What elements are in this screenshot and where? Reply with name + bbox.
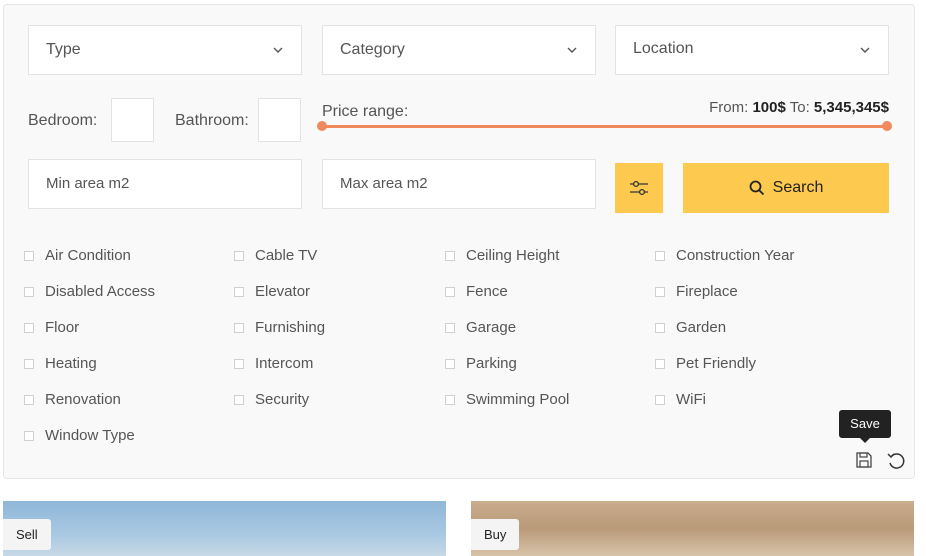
price-min-handle[interactable] (317, 121, 327, 131)
listing-card[interactable]: Sell (3, 501, 446, 556)
amenity-label: Ceiling Height (466, 247, 560, 264)
amenity-label: WiFi (676, 391, 706, 408)
bedroom-label: Bedroom: (28, 112, 98, 129)
amenity-label: Garden (676, 319, 727, 336)
checkbox[interactable] (24, 251, 34, 261)
amenity-label: Pet Friendly (676, 355, 757, 372)
amenity-label: Fireplace (676, 283, 738, 300)
category-select[interactable]: Category (322, 25, 596, 75)
chevron-down-icon (567, 47, 577, 53)
location-select-label: Location (633, 40, 694, 57)
checkbox[interactable] (234, 287, 244, 297)
checkbox[interactable] (445, 359, 455, 369)
checkbox[interactable] (24, 287, 34, 297)
checkbox[interactable] (445, 251, 455, 261)
location-select[interactable]: Location (615, 25, 889, 75)
price-max-handle[interactable] (882, 121, 892, 131)
price-range-values: From: 100$ To: 5,345,345$ (709, 99, 889, 116)
amenity-label: Security (255, 391, 310, 408)
price-range-label: Price range: (322, 103, 409, 120)
price-to-label: To: (789, 99, 810, 116)
search-panel (3, 4, 915, 479)
type-select[interactable]: Type (28, 25, 302, 75)
checkbox[interactable] (655, 251, 665, 261)
advanced-filter-button[interactable] (615, 163, 663, 213)
sliders-icon (630, 180, 648, 196)
price-from-label: From: (709, 99, 749, 116)
chevron-down-icon (860, 47, 870, 53)
checkbox[interactable] (655, 395, 665, 405)
amenity-label: Floor (45, 319, 80, 336)
checkbox[interactable] (24, 395, 34, 405)
category-select-label: Category (340, 41, 405, 58)
listing-card[interactable]: Buy (471, 501, 914, 556)
listing-badge: Buy (471, 519, 520, 550)
amenity-label: Fence (466, 283, 508, 300)
checkbox[interactable] (24, 359, 34, 369)
checkbox[interactable] (234, 359, 244, 369)
checkbox[interactable] (655, 287, 665, 297)
undo-icon (887, 453, 905, 469)
checkbox[interactable] (234, 323, 244, 333)
price-from-value: 100$ (752, 99, 786, 116)
checkbox[interactable] (24, 431, 34, 441)
type-select-label: Type (46, 41, 81, 58)
save-tooltip: Save (839, 410, 891, 443)
amenity-label: Window Type (45, 427, 135, 444)
search-button[interactable]: Search (683, 163, 889, 213)
search-icon (749, 180, 764, 196)
save-button[interactable] (853, 449, 875, 471)
max-area-input[interactable]: Max area m2 (322, 159, 596, 209)
search-button-label: Search (772, 179, 824, 196)
amenity-label: Intercom (255, 355, 314, 372)
amenity-label: Elevator (255, 283, 311, 300)
checkbox[interactable] (655, 323, 665, 333)
save-icon (856, 452, 872, 468)
checkbox[interactable] (445, 323, 455, 333)
price-range-track[interactable] (322, 125, 887, 128)
price-to-value: 5,345,345$ (813, 99, 889, 116)
checkbox[interactable] (445, 287, 455, 297)
bathroom-input[interactable] (258, 98, 301, 142)
chevron-down-icon (273, 47, 283, 53)
amenity-label: Swimming Pool (466, 391, 570, 408)
checkbox[interactable] (655, 359, 665, 369)
amenity-label: Renovation (45, 391, 121, 408)
amenity-label: Heating (45, 355, 97, 372)
min-area-placeholder: Min area m2 (46, 175, 130, 192)
amenity-label: Parking (466, 355, 517, 372)
listing-badge: Sell (3, 519, 51, 550)
amenity-label: Air Condition (45, 247, 131, 264)
checkbox[interactable] (234, 395, 244, 405)
checkbox[interactable] (445, 395, 455, 405)
amenity-label: Construction Year (676, 247, 795, 264)
bedroom-input[interactable] (111, 98, 154, 142)
max-area-placeholder: Max area m2 (340, 175, 428, 192)
min-area-input[interactable]: Min area m2 (28, 159, 302, 209)
checkbox[interactable] (234, 251, 244, 261)
amenity-label: Garage (466, 319, 517, 336)
reset-button[interactable] (885, 449, 907, 471)
amenity-label: Furnishing (255, 319, 326, 336)
amenity-label: Cable TV (255, 247, 318, 264)
bathroom-label: Bathroom: (175, 112, 249, 129)
checkbox[interactable] (24, 323, 34, 333)
amenity-label: Disabled Access (45, 283, 156, 300)
